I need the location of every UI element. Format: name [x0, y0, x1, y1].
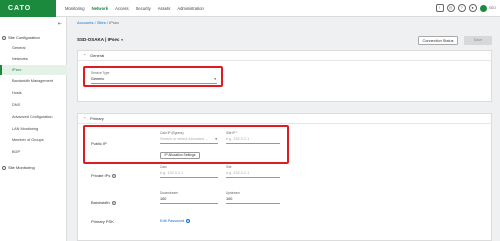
sidebar-item-dns[interactable]: DNS — [0, 100, 67, 110]
sidebar-item-general[interactable]: General — [0, 43, 67, 53]
downstream-input[interactable]: 100 — [160, 195, 218, 204]
nav-security[interactable]: Security — [136, 6, 151, 11]
sidebar-item-bgp[interactable]: BGP — [0, 147, 67, 157]
help-icon[interactable]: ? — [111, 200, 116, 205]
user-avatar[interactable] — [479, 4, 487, 12]
breadcrumb-accounts[interactable]: Accounts — [77, 20, 93, 25]
page-title[interactable]: SSD-OSAKA | IPsec ▼ — [77, 37, 124, 42]
notification-icon[interactable]: ● — [468, 4, 477, 12]
sidebar-item-member-of-groups[interactable]: Member of Groups — [0, 135, 67, 145]
sidebar-item-hosts[interactable]: Hosts — [0, 88, 67, 98]
chevron-up-icon[interactable]: ⌃ — [83, 51, 86, 61]
help-icon[interactable]: ? — [457, 4, 466, 12]
edit-password-link[interactable]: Edit Password? — [160, 219, 191, 223]
sidebar-item-networks[interactable]: Networks — [0, 54, 67, 64]
nav-access[interactable]: Access — [115, 6, 129, 11]
user-initials[interactable]: SSO — [489, 6, 496, 10]
nav-network[interactable]: Network — [92, 6, 109, 11]
private-ips-label: Private IPs? — [91, 173, 117, 178]
private-cato-input[interactable]: e.g. 192.0.2.1 — [160, 169, 218, 178]
sidebar-item-advanced-configuration[interactable]: Advanced Configuration — [0, 112, 67, 122]
alert-icon[interactable]: ! — [435, 4, 444, 12]
primary-panel-header[interactable]: ⌃ Primary — [78, 114, 491, 124]
breadcrumb: Accounts / Sites / IPsec — [77, 20, 120, 25]
private-site-input[interactable]: e.g. 192.0.2.1 — [226, 169, 280, 178]
top-nav: Monitoring Network Access Security Asset… — [58, 0, 204, 17]
monitor-icon — [2, 166, 6, 170]
bandwidth-label: Bandwidth? — [91, 200, 116, 205]
breadcrumb-ipsec: IPsec — [109, 20, 120, 25]
sidebar-group-site-monitoring[interactable]: Site Monitoring — [0, 163, 67, 173]
nav-administration[interactable]: Administration — [177, 6, 204, 11]
general-panel-header[interactable]: ⌃ General — [78, 51, 491, 61]
chevron-down-icon[interactable]: ▼ — [121, 38, 124, 42]
sidebar-item-ipsec[interactable]: IPsec — [0, 65, 67, 75]
help-icon[interactable]: ? — [112, 173, 117, 178]
cato-logo: CATO — [0, 0, 56, 17]
sidebar-item-bandwidth-management[interactable]: Bandwidth Management — [0, 76, 67, 86]
sidebar: ⇤ Site Configuration General Networks IP… — [0, 17, 67, 241]
clock-icon[interactable]: ◷ — [446, 4, 455, 12]
nav-monitoring[interactable]: Monitoring — [65, 6, 85, 11]
nav-assets[interactable]: Assets — [158, 6, 171, 11]
highlight-service-type — [83, 66, 223, 87]
sidebar-item-lan-monitoring[interactable]: LAN Monitoring — [0, 124, 67, 134]
help-icon[interactable]: ? — [186, 219, 191, 223]
chevron-up-icon[interactable]: ⌃ — [83, 114, 86, 124]
save-button[interactable]: Save — [464, 36, 492, 45]
primary-psk-label: Primary PSK — [91, 219, 114, 224]
top-icons: ! ◷ ? ● SSO — [433, 4, 496, 12]
highlight-public-ip — [83, 125, 289, 164]
top-bar: CATO Monitoring Network Access Security … — [0, 0, 500, 17]
breadcrumb-sites[interactable]: Sites — [97, 20, 106, 25]
sidebar-group-site-configuration[interactable]: Site Configuration — [0, 33, 67, 43]
connection-status-button[interactable]: Connection Status — [418, 36, 458, 45]
upstream-input[interactable]: 100 — [226, 195, 280, 204]
collapse-sidebar-icon[interactable]: ⇤ — [58, 21, 62, 27]
settings-icon — [2, 36, 6, 40]
